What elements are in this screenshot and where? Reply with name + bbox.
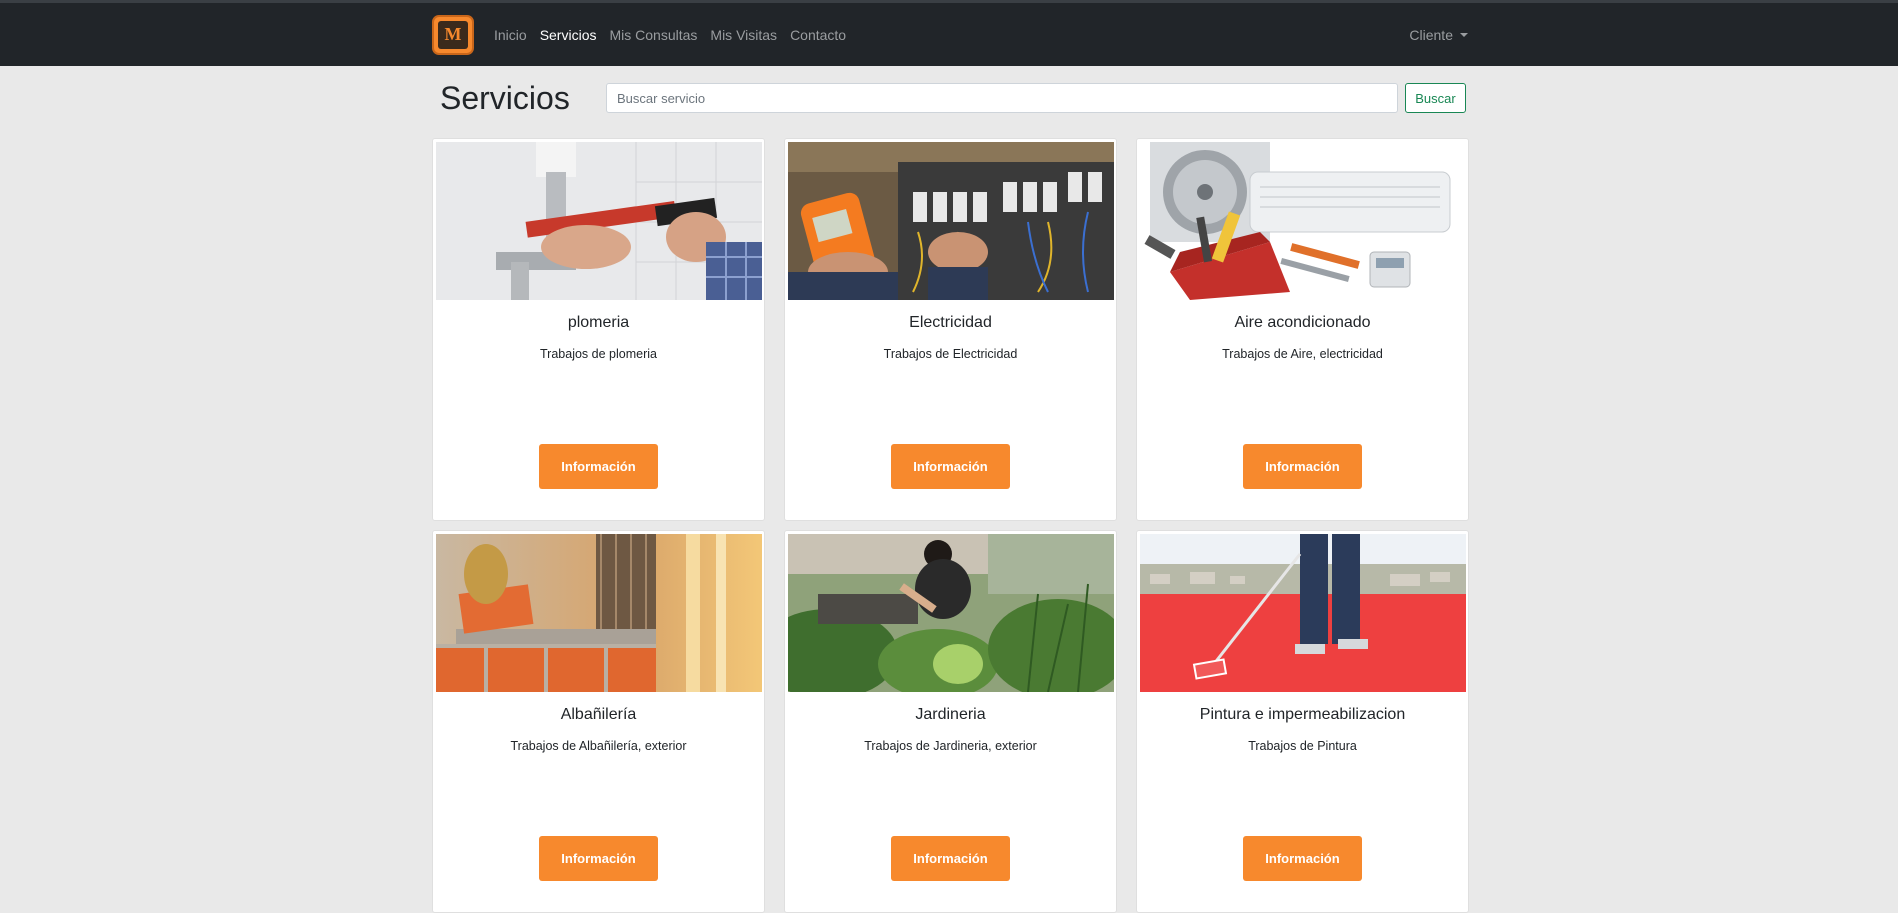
- nav-mis-visitas[interactable]: Mis Visitas: [710, 27, 777, 43]
- service-title: Pintura e impermeabilizacion: [1199, 706, 1406, 723]
- service-title: Electricidad: [909, 314, 992, 331]
- info-button[interactable]: Información: [539, 836, 658, 881]
- service-title: Jardineria: [915, 706, 986, 723]
- bricklaying-photo: [436, 534, 762, 692]
- roof-painting-photo: [1140, 534, 1466, 692]
- nav-inicio[interactable]: Inicio: [494, 27, 527, 43]
- service-description: Trabajos de Jardineria, exterior: [864, 739, 1037, 753]
- service-title: Albañilería: [560, 706, 637, 723]
- service-card: Albañilería Trabajos de Albañilería, ext…: [432, 530, 765, 913]
- user-menu-dropdown[interactable]: Cliente: [1409, 27, 1468, 43]
- air-conditioner-tools-photo: [1140, 142, 1466, 300]
- nav-contacto[interactable]: Contacto: [790, 27, 846, 43]
- service-card: Pintura e impermeabilizacion Trabajos de…: [1136, 530, 1469, 913]
- service-description: Trabajos de Albañilería, exterior: [510, 739, 687, 753]
- gardening-photo: [788, 534, 1114, 692]
- service-description: Trabajos de Electricidad: [883, 347, 1018, 361]
- search-button[interactable]: Buscar: [1405, 83, 1466, 113]
- services-grid: plomeria Trabajos de plomeria Informació…: [432, 138, 1469, 913]
- plumbing-photo: [436, 142, 762, 300]
- info-button[interactable]: Información: [891, 444, 1010, 489]
- service-description: Trabajos de Pintura: [1248, 739, 1357, 753]
- electrical-panel-photo: [788, 142, 1114, 300]
- caret-down-icon: [1460, 32, 1468, 37]
- search-input[interactable]: [606, 83, 1398, 113]
- info-button[interactable]: Información: [891, 836, 1010, 881]
- page-title: Servicios: [440, 79, 570, 116]
- nav-mis-consultas[interactable]: Mis Consultas: [609, 27, 697, 43]
- user-menu-label: Cliente: [1409, 26, 1453, 43]
- info-button[interactable]: Información: [539, 444, 658, 489]
- service-card: Aire acondicionado Trabajos de Aire, ele…: [1136, 138, 1469, 521]
- service-description: Trabajos de plomeria: [540, 347, 657, 361]
- service-title: plomeria: [567, 314, 630, 331]
- service-card: plomeria Trabajos de plomeria Informació…: [432, 138, 765, 521]
- info-button[interactable]: Información: [1243, 836, 1362, 881]
- service-card: Electricidad Trabajos de Electricidad In…: [784, 138, 1117, 521]
- service-title: Aire acondicionado: [1234, 314, 1371, 331]
- page-header: Servicios Buscar: [432, 66, 1468, 130]
- service-card: Jardineria Trabajos de Jardineria, exter…: [784, 530, 1117, 913]
- maestros-logo[interactable]: M: [432, 14, 474, 55]
- info-button[interactable]: Información: [1243, 444, 1362, 489]
- nav-servicios[interactable]: Servicios: [540, 27, 597, 43]
- navbar: M Inicio Servicios Mis Consultas Mis Vis…: [0, 3, 1898, 66]
- service-description: Trabajos de Aire, electricidad: [1222, 347, 1383, 361]
